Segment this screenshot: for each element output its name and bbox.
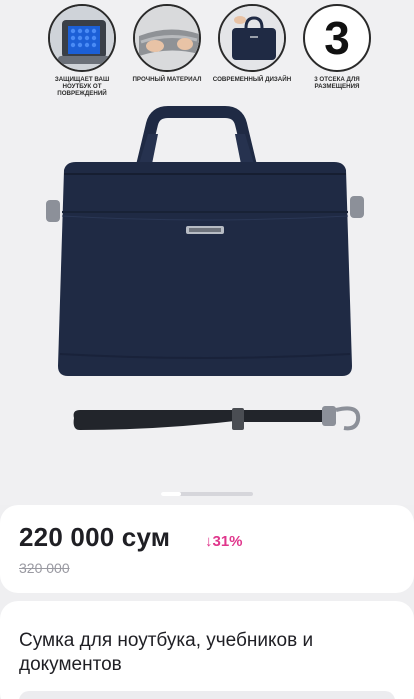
product-bag-image: [46, 106, 364, 431]
product-image-gallery[interactable]: ЗАЩИЩАЕТ ВАШ НОУТБУК ОТ ПОВРЕЖДЕНИЙ ПРОЧ…: [0, 0, 414, 505]
bag-design-icon: [218, 4, 286, 72]
price-card: 220 000 сум ↓31% 320 000: [0, 505, 414, 593]
feature-caption: 3 ОТСЕКА ДЛЯ РАЗМЕЩЕНИЯ: [314, 76, 360, 90]
feature-badges: ЗАЩИЩАЕТ ВАШ НОУТБУК ОТ ПОВРЕЖДЕНИЙ ПРОЧ…: [40, 4, 380, 97]
old-price: 320 000: [19, 560, 70, 576]
compartments-number: 3: [324, 12, 350, 64]
product-info-card: Сумка для ноутбука, учебников и документ…: [0, 601, 414, 699]
carousel-indicator-active: [161, 492, 181, 496]
product-title: Сумка для ноутбука, учебников и документ…: [19, 630, 314, 675]
number-three-icon: 3: [303, 4, 371, 72]
current-price: 220 000 сум: [19, 522, 171, 552]
feature-compartments: 3 3 ОТСЕКА ДЛЯ РАЗМЕЩЕНИЯ: [295, 4, 379, 90]
feature-caption: СОВРЕМЕННЫЙ ДИЗАЙН: [212, 76, 292, 83]
feature-caption: ЗАЩИЩАЕТ ВАШ НОУТБУК ОТ ПОВРЕЖДЕНИЙ: [54, 76, 110, 97]
feature-material: ПРОЧНЫЙ МАТЕРИАЛ: [125, 4, 209, 83]
carousel-indicator: [161, 492, 253, 496]
laptop-bag-padding-icon: [48, 4, 116, 72]
feature-protection: ЗАЩИЩАЕТ ВАШ НОУТБУК ОТ ПОВРЕЖДЕНИЙ: [40, 4, 124, 97]
next-section-placeholder: [19, 691, 395, 699]
feature-caption: ПРОЧНЫЙ МАТЕРИАЛ: [132, 76, 202, 83]
discount-badge: ↓31%: [205, 533, 243, 550]
fabric-material-icon: [133, 4, 201, 72]
feature-design: СОВРЕМЕННЫЙ ДИЗАЙН: [210, 4, 294, 83]
